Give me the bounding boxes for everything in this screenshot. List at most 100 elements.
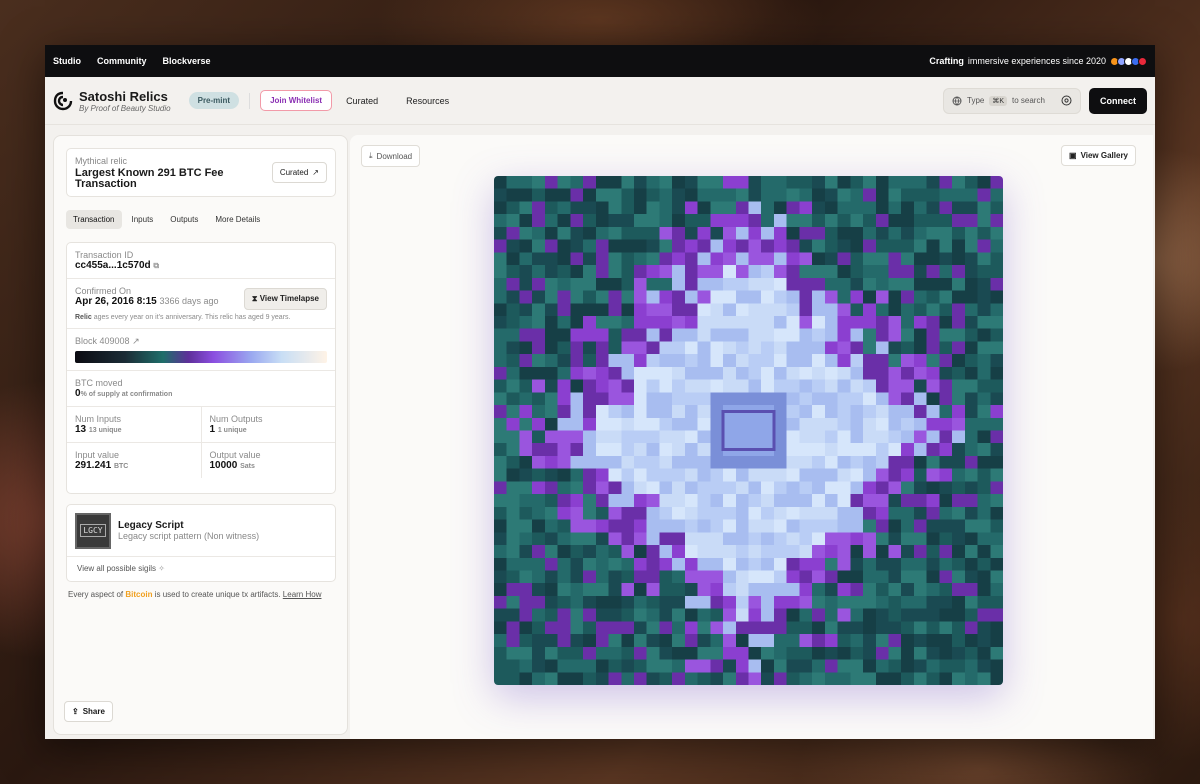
- art-pixel: [773, 290, 787, 304]
- art-pixel: [901, 557, 915, 571]
- script-info: LGCY Legacy Script Legacy script pattern…: [67, 505, 335, 557]
- art-pixel: [608, 417, 622, 431]
- join-whitelist-button[interactable]: Join Whitelist: [260, 90, 333, 111]
- art-pixel: [735, 519, 749, 533]
- art-pixel: [990, 341, 1003, 355]
- nav-resources[interactable]: Resources: [406, 96, 449, 106]
- art-pixel: [494, 583, 507, 597]
- art-pixel: [659, 481, 673, 495]
- art-pixel: [608, 226, 622, 240]
- art-pixel: [672, 226, 686, 240]
- art-pixel: [494, 443, 507, 457]
- art-pixel: [710, 379, 724, 393]
- art-pixel: [863, 646, 877, 660]
- download-button[interactable]: ⤓ Download: [361, 145, 421, 167]
- art-pixel: [875, 417, 889, 431]
- art-pixel: [621, 188, 635, 202]
- art-pixel: [710, 468, 724, 482]
- search-input[interactable]: Type ⌘K to search: [943, 87, 1081, 114]
- art-pixel: [913, 392, 927, 406]
- art-pixel: [952, 545, 966, 559]
- art-pixel: [888, 621, 902, 635]
- art-pixel: [723, 226, 737, 240]
- art-pixel: [964, 341, 978, 355]
- brand[interactable]: Satoshi Relics By Proof of Beauty Studio: [53, 89, 171, 113]
- art-pixel: [723, 430, 737, 444]
- tab-outputs[interactable]: Outputs: [163, 210, 205, 229]
- share-button[interactable]: ⇪ Share: [64, 701, 113, 722]
- art-pixel: [913, 557, 927, 571]
- nav-studio[interactable]: Studio: [53, 56, 81, 66]
- art-pixel: [939, 468, 953, 482]
- art-pixel: [710, 239, 724, 253]
- nav-community[interactable]: Community: [97, 56, 147, 66]
- art-pixel: [710, 188, 724, 202]
- art-pixel: [621, 265, 635, 279]
- view-all-sigils-link[interactable]: View all possible sigils ✧: [67, 557, 335, 580]
- art-pixel: [532, 595, 546, 609]
- art-pixel: [672, 506, 686, 520]
- art-pixel: [786, 443, 800, 457]
- art-pixel: [697, 176, 711, 189]
- art-pixel: [506, 290, 520, 304]
- art-pixel: [799, 277, 813, 291]
- art-pixel: [863, 672, 877, 685]
- art-pixel: [850, 379, 864, 393]
- art-pixel: [786, 277, 800, 291]
- art-pixel: [570, 430, 584, 444]
- art-pixel: [824, 506, 838, 520]
- block-label[interactable]: Block 409008 ↗: [75, 336, 327, 347]
- art-pixel: [824, 290, 838, 304]
- art-pixel: [621, 443, 635, 457]
- tab-inputs[interactable]: Inputs: [125, 210, 161, 229]
- art-pixel: [901, 328, 915, 342]
- art-pixel: [672, 354, 686, 368]
- art-pixel: [812, 290, 826, 304]
- view-timelapse-button[interactable]: ⧗ View Timelapse: [243, 288, 327, 310]
- art-pixel: [544, 176, 558, 189]
- art-pixel: [621, 455, 635, 469]
- copy-icon[interactable]: ⧉: [153, 261, 159, 270]
- nav-curated[interactable]: Curated: [346, 96, 378, 106]
- art-pixel: [532, 405, 546, 419]
- chat-search-icon[interactable]: [1061, 95, 1072, 106]
- tab-more-details[interactable]: More Details: [208, 210, 267, 229]
- art-pixel: [583, 315, 597, 329]
- art-pixel: [913, 481, 927, 495]
- art-pixel: [837, 468, 851, 482]
- curated-button[interactable]: Curated ↗: [271, 162, 327, 183]
- art-pixel: [583, 277, 597, 291]
- art-pixel: [684, 672, 698, 685]
- art-pixel: [608, 468, 622, 482]
- footnote-prefix: Every aspect of: [68, 590, 124, 599]
- view-gallery-button[interactable]: ▣ View Gallery: [1061, 145, 1136, 166]
- art-pixel: [888, 341, 902, 355]
- learn-how-link[interactable]: Learn How: [283, 590, 322, 599]
- art-pixel: [506, 583, 520, 597]
- art-pixel: [697, 188, 711, 202]
- art-pixel: [850, 646, 864, 660]
- art-pixel: [494, 176, 507, 189]
- art-pixel: [761, 252, 775, 266]
- art-pixel: [926, 468, 940, 482]
- art-pixel: [532, 379, 546, 393]
- art-pixel: [761, 303, 775, 317]
- art-pixel: [990, 366, 1003, 380]
- art-pixel: [659, 214, 673, 228]
- art-pixel: [824, 557, 838, 571]
- nav-blockverse[interactable]: Blockverse: [163, 56, 211, 66]
- art-pixel: [901, 405, 915, 419]
- art-pixel: [506, 430, 520, 444]
- art-pixel: [888, 417, 902, 431]
- art-pixel: [506, 188, 520, 202]
- art-pixel: [659, 443, 673, 457]
- tab-transaction[interactable]: Transaction: [66, 210, 122, 229]
- connect-button[interactable]: Connect: [1089, 87, 1147, 114]
- art-pixel: [659, 506, 673, 520]
- art-pixel: [633, 455, 647, 469]
- art-pixel: [697, 417, 711, 431]
- art-pixel: [964, 366, 978, 380]
- art-pixel: [506, 417, 520, 431]
- art-pixel: [621, 354, 635, 368]
- art-pixel: [646, 303, 660, 317]
